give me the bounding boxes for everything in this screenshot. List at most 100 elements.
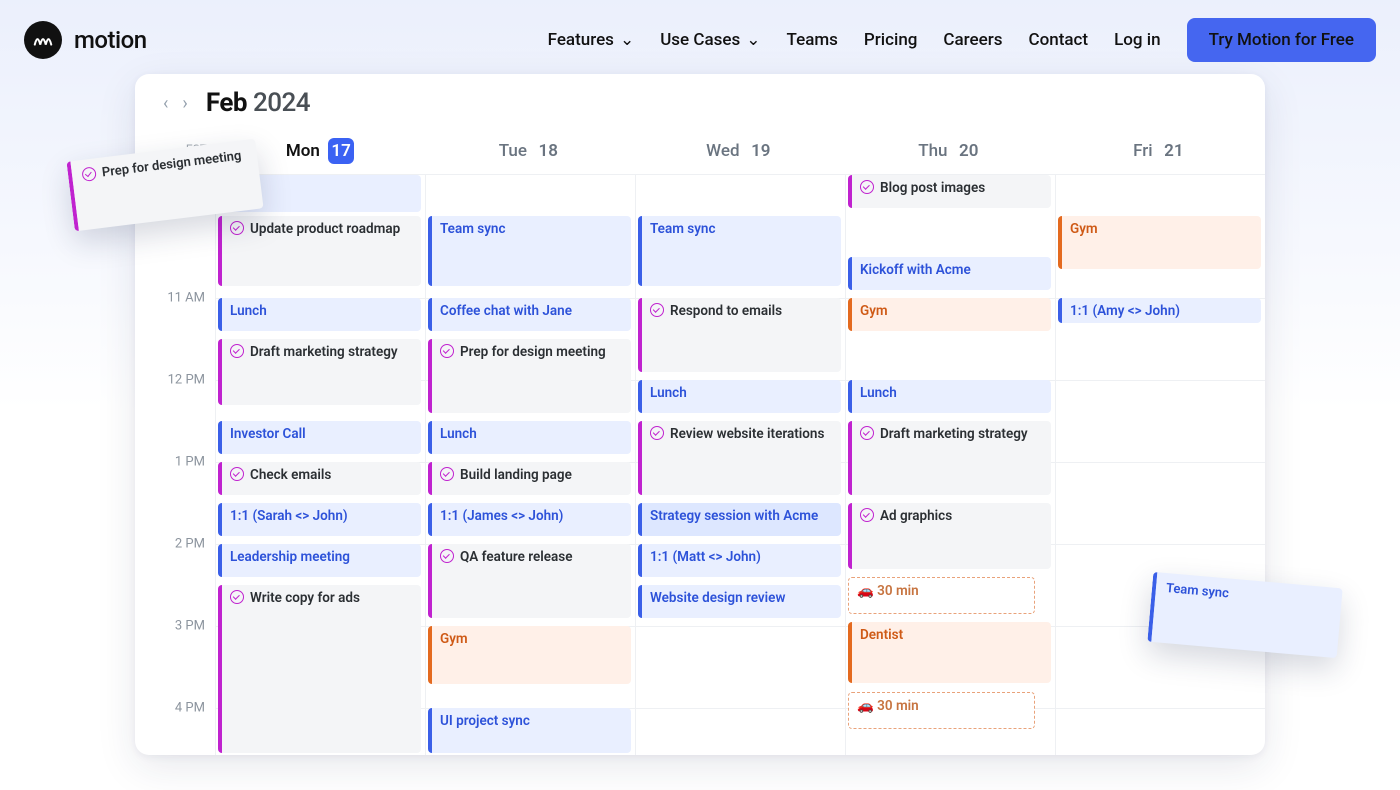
- time-label: 12 PM: [168, 373, 205, 388]
- day-header-fri[interactable]: Fri 21: [1055, 126, 1265, 174]
- task-check-icon: [230, 590, 244, 604]
- event-title: UI project sync: [440, 712, 530, 730]
- calendar-event[interactable]: Respond to emails: [638, 298, 841, 372]
- cta-try-free-button[interactable]: Try Motion for Free: [1187, 18, 1376, 62]
- nav-careers[interactable]: Careers: [943, 30, 1002, 50]
- task-check-icon: [230, 467, 244, 481]
- nav-pricing[interactable]: Pricing: [864, 30, 918, 50]
- calendar-event[interactable]: 1:1 (Sarah <> John): [218, 503, 421, 536]
- main-nav: Features⌄ Use Cases⌄ Teams Pricing Caree…: [548, 18, 1376, 62]
- event-title: Respond to emails: [670, 302, 782, 320]
- calendar-event[interactable]: Lunch: [218, 298, 421, 331]
- event-title: Investor Call: [230, 425, 306, 443]
- calendar-event[interactable]: Investor Call: [218, 421, 421, 454]
- time-label: 2 PM: [175, 537, 205, 552]
- calendar-event[interactable]: Coffee chat with Jane: [428, 298, 631, 331]
- calendar-toolbar: ‹ › Feb 2024: [135, 74, 1265, 126]
- calendar-event[interactable]: 1:1 (James <> John): [428, 503, 631, 536]
- next-week-button[interactable]: ›: [178, 91, 191, 116]
- day-column-wed[interactable]: Team sync Respond to emails Lunch Review we…: [635, 175, 845, 755]
- calendar-event[interactable]: Kickoff with Acme: [848, 257, 1051, 290]
- task-check-icon: [650, 303, 664, 317]
- day-column-fri[interactable]: Gym 1:1 (Amy <> John): [1055, 175, 1265, 755]
- nav-contact[interactable]: Contact: [1029, 30, 1089, 50]
- day-header-thu[interactable]: Thu 20: [845, 126, 1055, 174]
- day-column-mon[interactable]: syncUpdate product roadmapLunchDraft mar…: [215, 175, 425, 755]
- nav-teams[interactable]: Teams: [787, 30, 838, 50]
- calendar-event[interactable]: UI project sync: [428, 708, 631, 753]
- task-check-icon: [860, 180, 874, 194]
- site-header: motion Features⌄ Use Cases⌄ Teams Pricin…: [0, 0, 1400, 74]
- event-title: Leadership meeting: [230, 548, 350, 566]
- calendar-event[interactable]: Ad graphics: [848, 503, 1051, 569]
- calendar-event[interactable]: Gym: [848, 298, 1051, 331]
- nav-features[interactable]: Features⌄: [548, 30, 635, 50]
- month-label: Feb 2024: [206, 88, 310, 118]
- day-header-wed[interactable]: Wed 19: [635, 126, 845, 174]
- calendar-event[interactable]: Lunch: [848, 380, 1051, 413]
- calendar-event[interactable]: Build landing page: [428, 462, 631, 495]
- calendar-event[interactable]: Write copy for ads: [218, 585, 421, 753]
- calendar-event[interactable]: Gym: [428, 626, 631, 684]
- calendar-event[interactable]: Strategy session with Acme: [638, 503, 841, 536]
- event-title: Team sync: [440, 220, 506, 238]
- event-title: Write copy for ads: [250, 589, 360, 607]
- calendar-event[interactable]: 🚗 30 min: [848, 692, 1035, 729]
- event-title: 🚗 30 min: [857, 582, 919, 600]
- nav-use-cases[interactable]: Use Cases⌄: [660, 30, 760, 50]
- prev-week-button[interactable]: ‹: [159, 91, 172, 116]
- time-label: 3 PM: [175, 619, 205, 634]
- logo[interactable]: motion: [24, 21, 147, 59]
- event-title: 1:1 (James <> John): [440, 507, 563, 525]
- event-title: Lunch: [650, 384, 687, 402]
- calendar-event[interactable]: 1:1 (Amy <> John): [1058, 298, 1261, 323]
- task-check-icon: [81, 166, 97, 182]
- calendar-event[interactable]: Website design review: [638, 585, 841, 618]
- calendar-event[interactable]: Gym: [1058, 216, 1261, 269]
- task-check-icon: [230, 344, 244, 358]
- calendar-event[interactable]: Blog post images: [848, 175, 1051, 208]
- calendar-event[interactable]: Check emails: [218, 462, 421, 495]
- event-title: 🚗 30 min: [857, 697, 919, 715]
- event-title: Update product roadmap: [250, 220, 400, 238]
- calendar-event[interactable]: Draft marketing strategy: [848, 421, 1051, 495]
- event-title: Gym: [1070, 220, 1098, 238]
- calendar-event[interactable]: QA feature release: [428, 544, 631, 618]
- calendar-event[interactable]: Draft marketing strategy: [218, 339, 421, 405]
- day-column-tue[interactable]: Team sync Coffee chat with Jane Prep for d…: [425, 175, 635, 755]
- task-check-icon: [440, 549, 454, 563]
- event-title: Strategy session with Acme: [650, 507, 818, 525]
- event-title: Blog post images: [880, 179, 985, 197]
- nav-login[interactable]: Log in: [1114, 30, 1160, 50]
- calendar-event[interactable]: Lunch: [428, 421, 631, 454]
- task-check-icon: [650, 426, 664, 440]
- event-title: Lunch: [440, 425, 477, 443]
- floating-card-label: Team sync: [1165, 581, 1229, 601]
- task-check-icon: [440, 344, 454, 358]
- event-title: Gym: [860, 302, 888, 320]
- event-title: Team sync: [650, 220, 716, 238]
- calendar-event[interactable]: 🚗 30 min: [848, 577, 1035, 614]
- calendar-event[interactable]: Prep for design meeting: [428, 339, 631, 413]
- calendar-event[interactable]: Update product roadmap: [218, 216, 421, 286]
- chevron-down-icon: ⌄: [746, 30, 760, 50]
- calendar-card: ‹ › Feb 2024 ESTMon 17Tue 18Wed 19Thu 20…: [135, 74, 1265, 755]
- time-label: 4 PM: [175, 701, 205, 716]
- calendar-event[interactable]: Dentist: [848, 622, 1051, 684]
- event-title: Coffee chat with Jane: [440, 302, 572, 320]
- time-gutter: 11 AM12 PM1 PM2 PM3 PM4 PM: [135, 175, 215, 755]
- calendar-event[interactable]: Team sync: [428, 216, 631, 286]
- calendar-event[interactable]: Review website iterations: [638, 421, 841, 495]
- event-title: Prep for design meeting: [460, 343, 606, 361]
- calendar-event[interactable]: Lunch: [638, 380, 841, 413]
- calendar-event[interactable]: Leadership meeting: [218, 544, 421, 577]
- event-title: Review website iterations: [670, 425, 824, 443]
- event-title: Check emails: [250, 466, 331, 484]
- calendar-event[interactable]: Team sync: [638, 216, 841, 286]
- event-title: 1:1 (Matt <> John): [650, 548, 761, 566]
- day-header-tue[interactable]: Tue 18: [425, 126, 635, 174]
- event-title: Draft marketing strategy: [880, 425, 1028, 443]
- day-column-thu[interactable]: Blog post images Kickoff with Acme Gym Lunc…: [845, 175, 1055, 755]
- event-title: Website design review: [650, 589, 785, 607]
- calendar-event[interactable]: 1:1 (Matt <> John): [638, 544, 841, 577]
